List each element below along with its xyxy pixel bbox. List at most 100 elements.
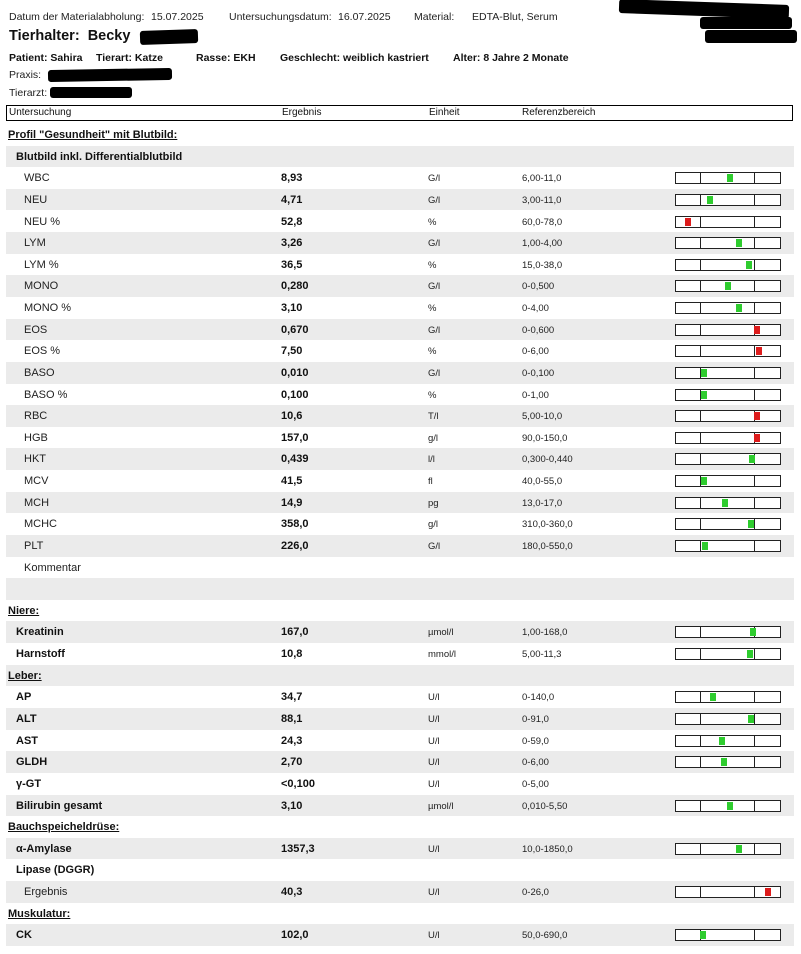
test-result: 2,70 [281, 756, 303, 769]
gauge-marker [754, 412, 761, 421]
range-gauge [675, 799, 781, 812]
test-name: MCV [24, 475, 49, 488]
column-unit: Einheit [429, 107, 460, 118]
test-name: MCH [24, 496, 50, 509]
gauge-lower-limit [699, 757, 701, 768]
gauge-lower-limit [699, 194, 701, 205]
test-name: Lipase (DGGR) [16, 864, 95, 877]
test-reference: 0-59,0 [522, 735, 549, 747]
gauge-marker [700, 931, 707, 940]
test-name: Muskulatur: [8, 907, 71, 920]
pickup-date: 15.07.2025 [151, 11, 204, 23]
test-reference: 1,00-168,0 [522, 627, 568, 639]
test-unit: g/l [428, 432, 439, 444]
gauge-lower-limit [699, 454, 701, 465]
test-unit: T/l [428, 411, 439, 423]
gauge-marker [736, 239, 743, 248]
test-name: EOS [24, 323, 48, 336]
test-name: GLDH [16, 756, 48, 769]
gauge-lower-limit [699, 843, 701, 854]
test-reference: 0-0,100 [522, 367, 555, 379]
test-unit: g/l [428, 519, 439, 531]
owner-name: Becky [87, 28, 131, 44]
test-reference: 0-26,0 [522, 887, 549, 899]
test-unit: pg [428, 497, 439, 509]
test-reference: 180,0-550,0 [522, 540, 573, 552]
test-result: 36,5 [281, 258, 303, 271]
range-gauge [675, 323, 781, 336]
test-reference: 0,010-5,50 [522, 800, 568, 812]
table-row: Blutbild inkl. Differentialblutbild [6, 145, 794, 168]
gauge-marker [702, 541, 709, 550]
test-name: Harnstoff [16, 648, 65, 661]
test-result: 52,8 [281, 215, 303, 228]
gauge-lower-limit [699, 800, 701, 811]
gauge-lower-limit [699, 692, 701, 703]
test-unit: G/l [428, 173, 441, 185]
gauge-lower-limit [699, 346, 701, 357]
test-name: HKT [24, 453, 46, 466]
test-result: 0,670 [281, 323, 309, 336]
gauge-lower-limit [699, 216, 701, 227]
test-unit: U/l [428, 778, 440, 790]
gauge-upper-limit [754, 216, 755, 227]
test-name: BASO % [24, 388, 68, 401]
gauge-marker [707, 195, 714, 204]
gauge-lower-limit [699, 411, 701, 422]
gauge-upper-limit [754, 476, 755, 487]
table-row: α-Amylase 1357,3 U/l 10,0-1850,0 [6, 837, 794, 860]
test-reference: 0-0,600 [522, 324, 555, 336]
gauge-lower-limit [699, 519, 701, 530]
gauge-marker [701, 477, 708, 486]
patient-name: Patient: Sahira [9, 52, 83, 64]
test-result: 24,3 [281, 734, 303, 747]
table-row: Bauchspeicheldrüse: [6, 816, 794, 838]
test-unit: U/l [428, 714, 440, 725]
gauge-marker [721, 498, 728, 507]
table-row: NEU % 52,8% 60,0-78,0 [6, 211, 794, 233]
gauge-marker [746, 650, 753, 659]
table-row: AP 34,7 U/l 0-140,0 [6, 686, 794, 708]
range-gauge [675, 258, 781, 271]
test-result: 3,10 [281, 302, 303, 315]
gauge-lower-limit [699, 238, 701, 249]
gauge-upper-limit [754, 692, 755, 703]
table-row: γ-GT <0,100 U/l 0-5,00 [6, 773, 794, 795]
test-result: 14,9 [281, 496, 303, 509]
test-name: γ-GT [16, 777, 42, 790]
test-name: Kreatinin [16, 626, 64, 639]
exam-date: 16.07.2025 [338, 11, 391, 23]
test-reference: 90,0-150,0 [522, 432, 568, 444]
owner-line: Tierhalter: Becky [9, 28, 130, 44]
test-name: ALT [16, 713, 37, 725]
range-gauge [675, 366, 781, 379]
test-reference: 0-1,00 [522, 389, 549, 401]
gauge-lower-limit [699, 627, 701, 638]
table-row: Bilirubin gesamt 3,10 µmol/l 0,010-5,50 [6, 794, 794, 817]
table-row: MCHC 358,0 g/l 310,0-360,0 [6, 513, 794, 535]
gauge-marker [754, 325, 761, 334]
range-gauge [675, 691, 781, 704]
table-row: PLT 226,0 G/l 180,0-550,0 [6, 534, 794, 557]
test-result: 0,280 [281, 280, 309, 293]
test-reference: 0-5,00 [522, 778, 549, 790]
gauge-lower-limit [699, 497, 701, 508]
test-result: 226,0 [281, 539, 309, 552]
column-reference: Referenzbereich [522, 107, 596, 118]
test-name: EOS % [24, 345, 61, 358]
test-unit: U/l [428, 757, 440, 769]
range-gauge [675, 193, 781, 206]
table-row [6, 578, 794, 600]
test-reference: 15,0-38,0 [522, 259, 563, 271]
test-result: <0,100 [281, 777, 315, 790]
test-name: AP [16, 691, 32, 704]
range-gauge [675, 648, 781, 661]
test-name: CK [16, 929, 32, 942]
test-reference: 60,0-78,0 [522, 216, 563, 228]
gauge-marker [710, 693, 717, 702]
gauge-marker [718, 736, 725, 745]
range-gauge [675, 496, 781, 509]
gauge-lower-limit [699, 714, 701, 724]
gauge-upper-limit [754, 173, 755, 184]
test-unit: U/l [428, 692, 440, 704]
